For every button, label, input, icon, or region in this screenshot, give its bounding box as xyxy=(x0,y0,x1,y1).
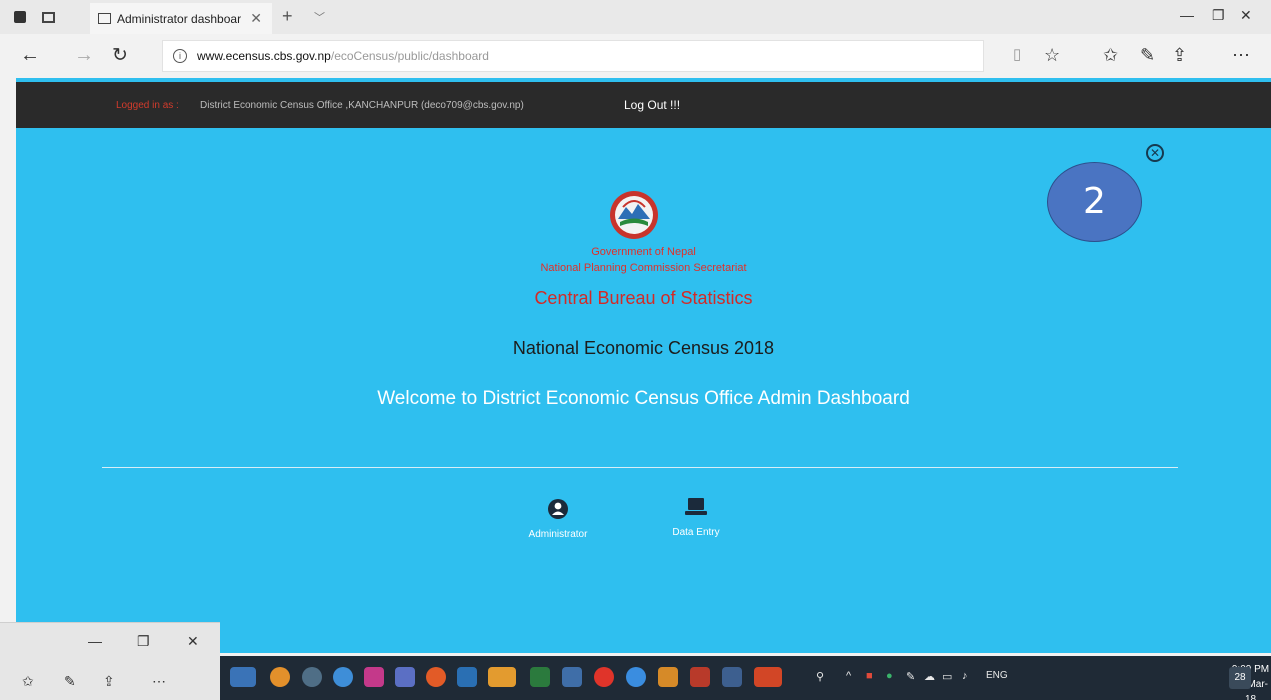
minimize-icon[interactable]: — xyxy=(88,633,102,649)
divider xyxy=(102,467,1178,468)
store-app-icon[interactable] xyxy=(395,667,415,687)
volume-icon[interactable]: ♪ xyxy=(962,670,968,682)
opera-app-icon[interactable] xyxy=(594,667,614,687)
more-options-icon[interactable]: ⋯ xyxy=(152,673,166,690)
tray-app2-icon[interactable]: ● xyxy=(886,670,893,682)
tray-chevron-icon[interactable]: ^ xyxy=(846,670,851,682)
top-navbar: Logged in as : District Economic Census … xyxy=(16,82,1271,128)
sublime-app-icon[interactable] xyxy=(658,667,678,687)
tray-app-icon[interactable]: ■ xyxy=(866,670,873,682)
people-icon[interactable]: ⚲ xyxy=(816,670,824,683)
gov-line-2: National Planning Commission Secretariat xyxy=(540,262,747,274)
favorites-hub-icon[interactable]: ✩ xyxy=(22,673,34,690)
tab-title: Administrator dashboar xyxy=(117,11,242,26)
language-indicator[interactable]: ENG xyxy=(986,670,1008,681)
nepal-emblem-logo xyxy=(610,191,658,239)
logged-in-label: Logged in as : xyxy=(116,100,179,111)
app-circle-icon[interactable] xyxy=(626,667,646,687)
firefox-app-icon[interactable] xyxy=(426,667,446,687)
outlook-app-icon[interactable] xyxy=(457,667,477,687)
url-host: www.ecensus.cbs.gov.np xyxy=(197,49,331,63)
user-circle-icon xyxy=(548,499,568,519)
data-entry-tile[interactable]: Data Entry xyxy=(656,496,736,538)
share-icon[interactable]: ⇪ xyxy=(103,673,115,690)
favorites-hub-icon[interactable]: ✩ xyxy=(1103,45,1118,66)
data-entry-label: Data Entry xyxy=(672,527,720,538)
census-title: National Economic Census 2018 xyxy=(512,338,775,358)
forward-arrow-icon[interactable]: → xyxy=(74,44,94,67)
restore-button[interactable]: ❐ xyxy=(1212,7,1225,24)
tab-list-chevron-icon[interactable]: ﹀ xyxy=(314,9,325,25)
welcome-heading: Welcome to District Economic Census Offi… xyxy=(377,388,910,409)
close-circle-icon[interactable]: ✕ xyxy=(1146,144,1164,162)
address-bar-row: ← → ↻ i www.ecensus.cbs.gov.np/ecoCensus… xyxy=(0,34,1271,78)
excel-app-icon[interactable] xyxy=(530,667,550,687)
favorite-star-icon[interactable]: ☆ xyxy=(1044,45,1060,66)
url-field[interactable]: i www.ecensus.cbs.gov.np/ecoCensus/publi… xyxy=(162,40,984,72)
battery-icon[interactable]: ▭ xyxy=(942,670,952,683)
search-app-icon[interactable] xyxy=(302,667,322,687)
minimize-button[interactable]: — xyxy=(1180,7,1194,23)
browser-title-bar: Administrator dashboar ✕ + ﹀ — ❐ ✕ xyxy=(0,0,1271,34)
back-arrow-icon[interactable]: ← xyxy=(20,44,40,67)
chrome-app-icon[interactable] xyxy=(270,667,290,687)
site-info-icon[interactable]: i xyxy=(173,49,187,63)
filezilla-app-icon[interactable] xyxy=(690,667,710,687)
restore-icon[interactable]: ❐ xyxy=(137,633,150,650)
dashboard-page: Logged in as : District Economic Census … xyxy=(16,78,1271,653)
app-orange-icon[interactable] xyxy=(488,667,516,687)
web-note-icon[interactable]: ✎ xyxy=(64,673,76,690)
floating-browser-window: — ❐ ✕ ✩ ✎ ⇪ ⋯ xyxy=(0,622,220,700)
close-window-button[interactable]: ✕ xyxy=(1240,7,1252,24)
app-window-icon[interactable] xyxy=(722,667,742,687)
tab-close-icon[interactable]: ✕ xyxy=(250,10,262,27)
reading-view-icon[interactable]: ▯ xyxy=(1013,45,1021,63)
share-icon[interactable]: ⇪ xyxy=(1172,45,1187,66)
browser-tab[interactable]: Administrator dashboar ✕ xyxy=(90,3,272,34)
app-s-icon[interactable] xyxy=(364,667,384,687)
tabs-aside-icon[interactable] xyxy=(42,11,55,23)
screen: Administrator dashboar ✕ + ﹀ — ❐ ✕ ← → ↻… xyxy=(0,0,1271,700)
office-info: District Economic Census Office ,KANCHAN… xyxy=(200,100,524,111)
notification-center-icon[interactable]: 28 xyxy=(1229,667,1251,689)
annotation-badge: 2 xyxy=(1047,162,1142,242)
powerpoint-app-icon[interactable] xyxy=(754,667,782,687)
web-note-icon[interactable]: ✎ xyxy=(1140,45,1155,66)
edge-app-icon[interactable] xyxy=(230,667,256,687)
refresh-icon[interactable]: ↻ xyxy=(112,44,128,67)
close-icon[interactable]: ✕ xyxy=(187,633,199,650)
more-options-icon[interactable]: ⋯ xyxy=(1232,45,1250,66)
cloud-icon[interactable]: ☁ xyxy=(924,670,935,683)
laptop-icon xyxy=(685,498,707,515)
pen-icon[interactable]: ✎ xyxy=(906,670,915,683)
logout-link[interactable]: Log Out !!! xyxy=(624,98,680,112)
app-blue-icon[interactable] xyxy=(562,667,582,687)
new-tab-button[interactable]: + xyxy=(282,6,293,27)
administrator-label: Administrator xyxy=(528,529,588,540)
url-path: /ecoCensus/public/dashboard xyxy=(330,49,489,63)
tab-actions-icon[interactable] xyxy=(14,11,26,23)
gov-line-1: Government of Nepal xyxy=(591,246,696,258)
windows-taskbar: ⚲ ^ ■ ● ✎ ☁ ▭ ♪ ENG 9:09 PM 09-Mar-18 xyxy=(220,656,1271,700)
globe-app-icon[interactable] xyxy=(333,667,353,687)
cbs-title: Central Bureau of Statistics xyxy=(534,288,753,308)
page-icon xyxy=(98,13,111,24)
administrator-tile[interactable]: Administrator xyxy=(513,498,603,540)
